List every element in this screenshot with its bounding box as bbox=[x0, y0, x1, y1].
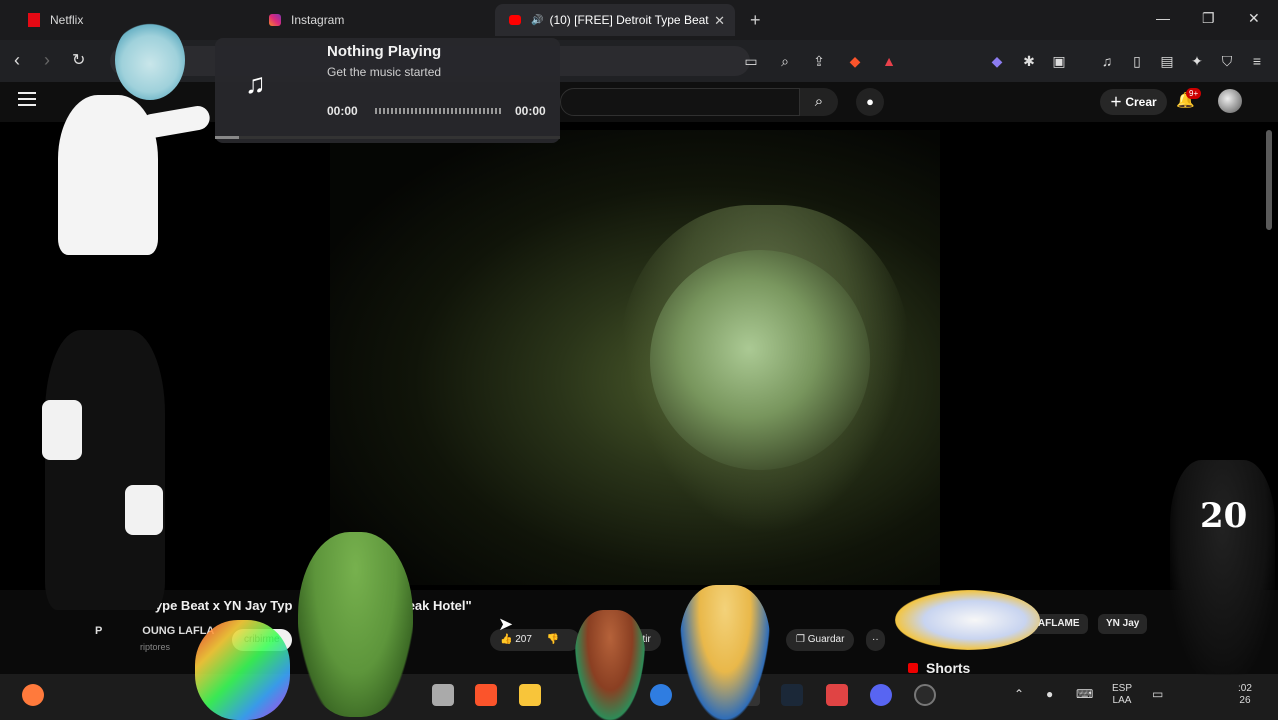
bookmark-icon: ❐ bbox=[796, 634, 808, 645]
brave-browser-icon[interactable] bbox=[475, 684, 497, 706]
youtube-icon bbox=[509, 15, 521, 25]
channel-name[interactable]: P OUNG LAFLA bbox=[95, 625, 214, 637]
save-button[interactable]: ❐ Guardar bbox=[786, 629, 855, 651]
more-actions-button[interactable]: ·· bbox=[866, 629, 885, 651]
reload-button[interactable]: ↻ bbox=[72, 50, 85, 70]
clock-time: :02 bbox=[1238, 683, 1252, 694]
close-window-button[interactable]: ✕ bbox=[1248, 10, 1260, 27]
dislike-icon[interactable]: 👎 bbox=[547, 634, 559, 645]
discord-icon[interactable] bbox=[870, 684, 892, 706]
avatar[interactable] bbox=[1218, 89, 1242, 113]
netflix-icon bbox=[28, 13, 40, 27]
clock-date: 26 bbox=[1239, 695, 1251, 706]
jersey-number: 20 bbox=[1200, 496, 1248, 536]
new-tab-button[interactable]: + bbox=[750, 10, 761, 31]
app-icon[interactable] bbox=[826, 684, 848, 706]
zoom-icon[interactable]: ⌕ bbox=[776, 52, 794, 70]
mic-icon: ● bbox=[866, 94, 874, 109]
channel-name-part-2: OUNG LAFLA bbox=[142, 625, 215, 637]
back-button[interactable]: ‹ bbox=[14, 50, 20, 71]
search-button[interactable]: ⌕ bbox=[800, 88, 838, 116]
language-indicator[interactable]: ESP LAA bbox=[1112, 683, 1132, 707]
share-icon[interactable]: ⇪ bbox=[810, 52, 828, 70]
brave-rewards-icon[interactable]: ▲ bbox=[880, 52, 898, 70]
network-icon[interactable]: ▭ bbox=[1152, 688, 1163, 700]
search-input[interactable] bbox=[560, 88, 800, 116]
beavis-sticker bbox=[575, 610, 645, 720]
edge-icon[interactable] bbox=[650, 684, 672, 706]
media-title: Nothing Playing bbox=[327, 43, 442, 60]
minimize-button[interactable]: — bbox=[1156, 10, 1170, 26]
media-time-current: 00:00 bbox=[327, 104, 358, 118]
plus-icon: ＋ bbox=[1110, 95, 1126, 109]
widget-icon[interactable] bbox=[22, 684, 44, 706]
video-title-part-1: t Type Beat x YN Jay Typ bbox=[140, 598, 293, 613]
sparkle-icon[interactable]: ✦ bbox=[1188, 52, 1206, 70]
leo-ai-icon[interactable]: ◆ bbox=[988, 52, 1006, 70]
more-icon: ·· bbox=[872, 634, 879, 645]
sidebar-icon[interactable]: ▯ bbox=[1128, 52, 1146, 70]
screen: Netflix Instagram 🔊 (10) [FREE] Detroit … bbox=[0, 0, 1278, 720]
like-count: 207 bbox=[515, 634, 532, 645]
speaker-icon: 🔊 bbox=[531, 14, 544, 26]
notification-badge: 9+ bbox=[1186, 88, 1202, 99]
language-line-2: LAA bbox=[1112, 695, 1132, 706]
video-subject-face bbox=[650, 250, 870, 470]
tab-youtube-active[interactable]: 🔊 (10) [FREE] Detroit Type Beat ✕ bbox=[495, 4, 735, 36]
shorts-icon bbox=[908, 663, 918, 673]
guide-menu-icon[interactable] bbox=[18, 92, 36, 110]
page-scrollbar[interactable] bbox=[1266, 130, 1272, 230]
butthead-sticker bbox=[680, 585, 770, 720]
steam-icon[interactable] bbox=[781, 684, 803, 706]
obs-icon[interactable] bbox=[914, 684, 936, 706]
language-line-1: ESP bbox=[1112, 683, 1133, 694]
rick-sticker-head bbox=[115, 20, 185, 100]
tab-label: Netflix bbox=[50, 13, 84, 27]
tab-label: (10) [FREE] Detroit Type Beat bbox=[549, 13, 709, 27]
voice-search-button[interactable]: ● bbox=[856, 88, 884, 116]
pepe-sticker bbox=[298, 532, 413, 717]
wallet-icon[interactable]: ▤ bbox=[1158, 52, 1176, 70]
tab-label: Instagram bbox=[291, 13, 345, 27]
tray-mic-icon[interactable]: ● bbox=[1046, 688, 1053, 700]
homer-sticker bbox=[895, 590, 1040, 650]
mouse-cursor-icon: ➤ bbox=[498, 614, 514, 634]
media-subtitle: Get the music started bbox=[327, 65, 442, 79]
like-icon[interactable]: 👍 bbox=[500, 634, 512, 645]
rainbow-pepe-sticker bbox=[195, 620, 290, 720]
extensions-icon[interactable]: ✱ bbox=[1020, 52, 1038, 70]
create-button[interactable]: ＋ Crear bbox=[1100, 89, 1167, 115]
instagram-icon bbox=[269, 14, 281, 26]
music-note-icon: ♫ bbox=[245, 68, 266, 99]
task-view-icon[interactable] bbox=[432, 684, 454, 706]
close-tab-icon[interactable]: ✕ bbox=[714, 13, 725, 29]
subscriber-count: riptores bbox=[140, 642, 171, 652]
file-explorer-icon[interactable] bbox=[519, 684, 541, 706]
keyboard-icon[interactable]: ⌨ bbox=[1076, 688, 1093, 700]
snoop-sticker-sleeve-2 bbox=[125, 485, 163, 535]
chip-ynjay[interactable]: YN Jay bbox=[1098, 614, 1148, 634]
media-progress bbox=[215, 136, 560, 139]
tray-chevron-icon[interactable]: ⌃ bbox=[1014, 688, 1024, 700]
media-time-total: 00:00 bbox=[515, 104, 546, 118]
jersey-sticker bbox=[1170, 460, 1275, 675]
media-icon[interactable]: ♫ bbox=[1098, 52, 1116, 70]
channel-name-part-1: P bbox=[95, 625, 103, 637]
restore-button[interactable]: ❐ bbox=[1202, 10, 1215, 27]
save-label: Guardar bbox=[807, 634, 845, 645]
brave-shield-icon[interactable]: ◆ bbox=[846, 52, 864, 70]
clock[interactable]: :02 26 bbox=[1238, 683, 1252, 707]
vpn-shield-icon[interactable]: ⛉ bbox=[1218, 52, 1236, 70]
snoop-sticker-sleeve bbox=[42, 400, 82, 460]
forward-button[interactable]: › bbox=[44, 50, 50, 71]
cast-icon[interactable]: ▭ bbox=[742, 52, 760, 70]
media-seekbar[interactable] bbox=[375, 108, 503, 114]
tab-search-icon[interactable]: ▣ bbox=[1050, 52, 1068, 70]
search-icon: ⌕ bbox=[814, 93, 824, 110]
create-label: Crear bbox=[1125, 95, 1157, 109]
snoop-sticker bbox=[45, 330, 165, 610]
menu-icon[interactable]: ≡ bbox=[1248, 52, 1266, 70]
tab-instagram[interactable]: Instagram bbox=[255, 4, 485, 36]
